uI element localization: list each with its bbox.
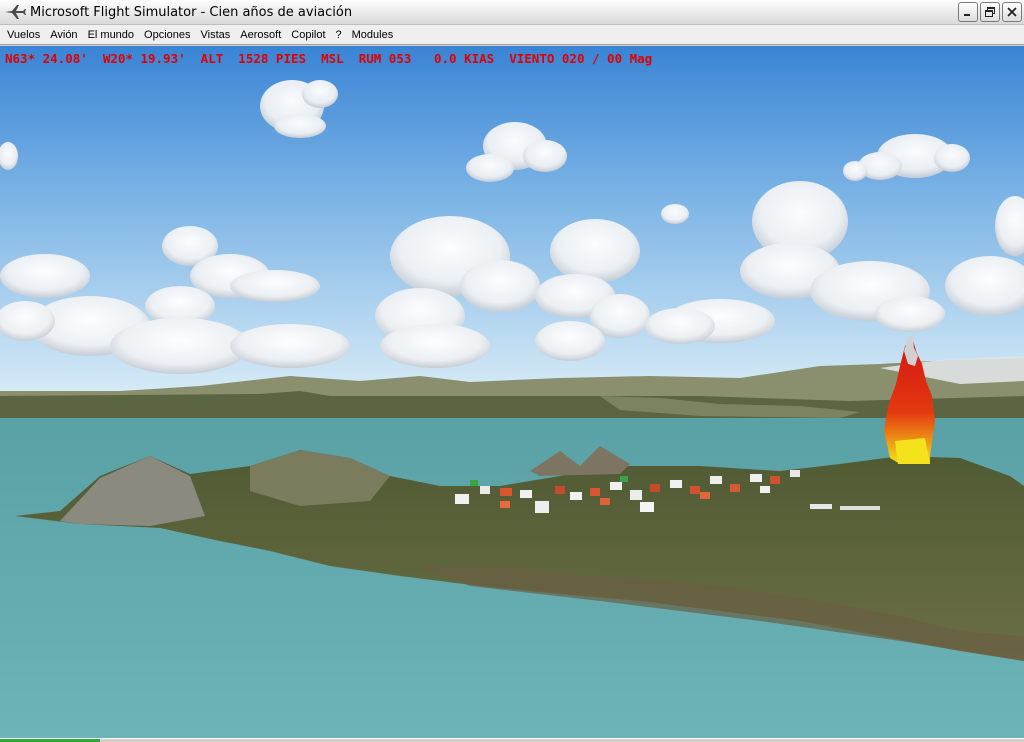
menu-vuelos[interactable]: Vuelos [2, 26, 45, 44]
simulator-viewport[interactable]: N63* 24.08' W20* 19.93' ALT 1528 PIES MS… [0, 46, 1024, 738]
menu-bar: Vuelos Avión El mundo Opciones Vistas Ae… [0, 25, 1024, 45]
app-window: Microsoft Flight Simulator - Cien años d… [0, 0, 1024, 742]
menu-avion[interactable]: Avión [45, 26, 82, 44]
window-title: Microsoft Flight Simulator - Cien años d… [30, 4, 353, 20]
restore-button[interactable] [980, 2, 1000, 22]
restore-icon [985, 7, 995, 17]
window-controls [958, 2, 1022, 22]
title-bar[interactable]: Microsoft Flight Simulator - Cien años d… [0, 0, 1024, 25]
scenery-view [0, 46, 1024, 738]
airplane-icon[interactable] [4, 4, 26, 20]
menu-opciones[interactable]: Opciones [139, 26, 195, 44]
hud-readout: N63* 24.08' W20* 19.93' ALT 1528 PIES MS… [5, 51, 653, 66]
menu-help[interactable]: ? [331, 26, 347, 44]
minimize-icon [964, 14, 970, 16]
minimize-button[interactable] [958, 2, 978, 22]
status-bar [0, 738, 1024, 742]
menu-aerosoft[interactable]: Aerosoft [235, 26, 286, 44]
menu-el-mundo[interactable]: El mundo [83, 26, 139, 44]
menu-copilot[interactable]: Copilot [286, 26, 330, 44]
menu-modules[interactable]: Modules [347, 26, 399, 44]
close-button[interactable] [1002, 2, 1022, 22]
menu-vistas[interactable]: Vistas [196, 26, 236, 44]
close-icon [1007, 7, 1017, 17]
